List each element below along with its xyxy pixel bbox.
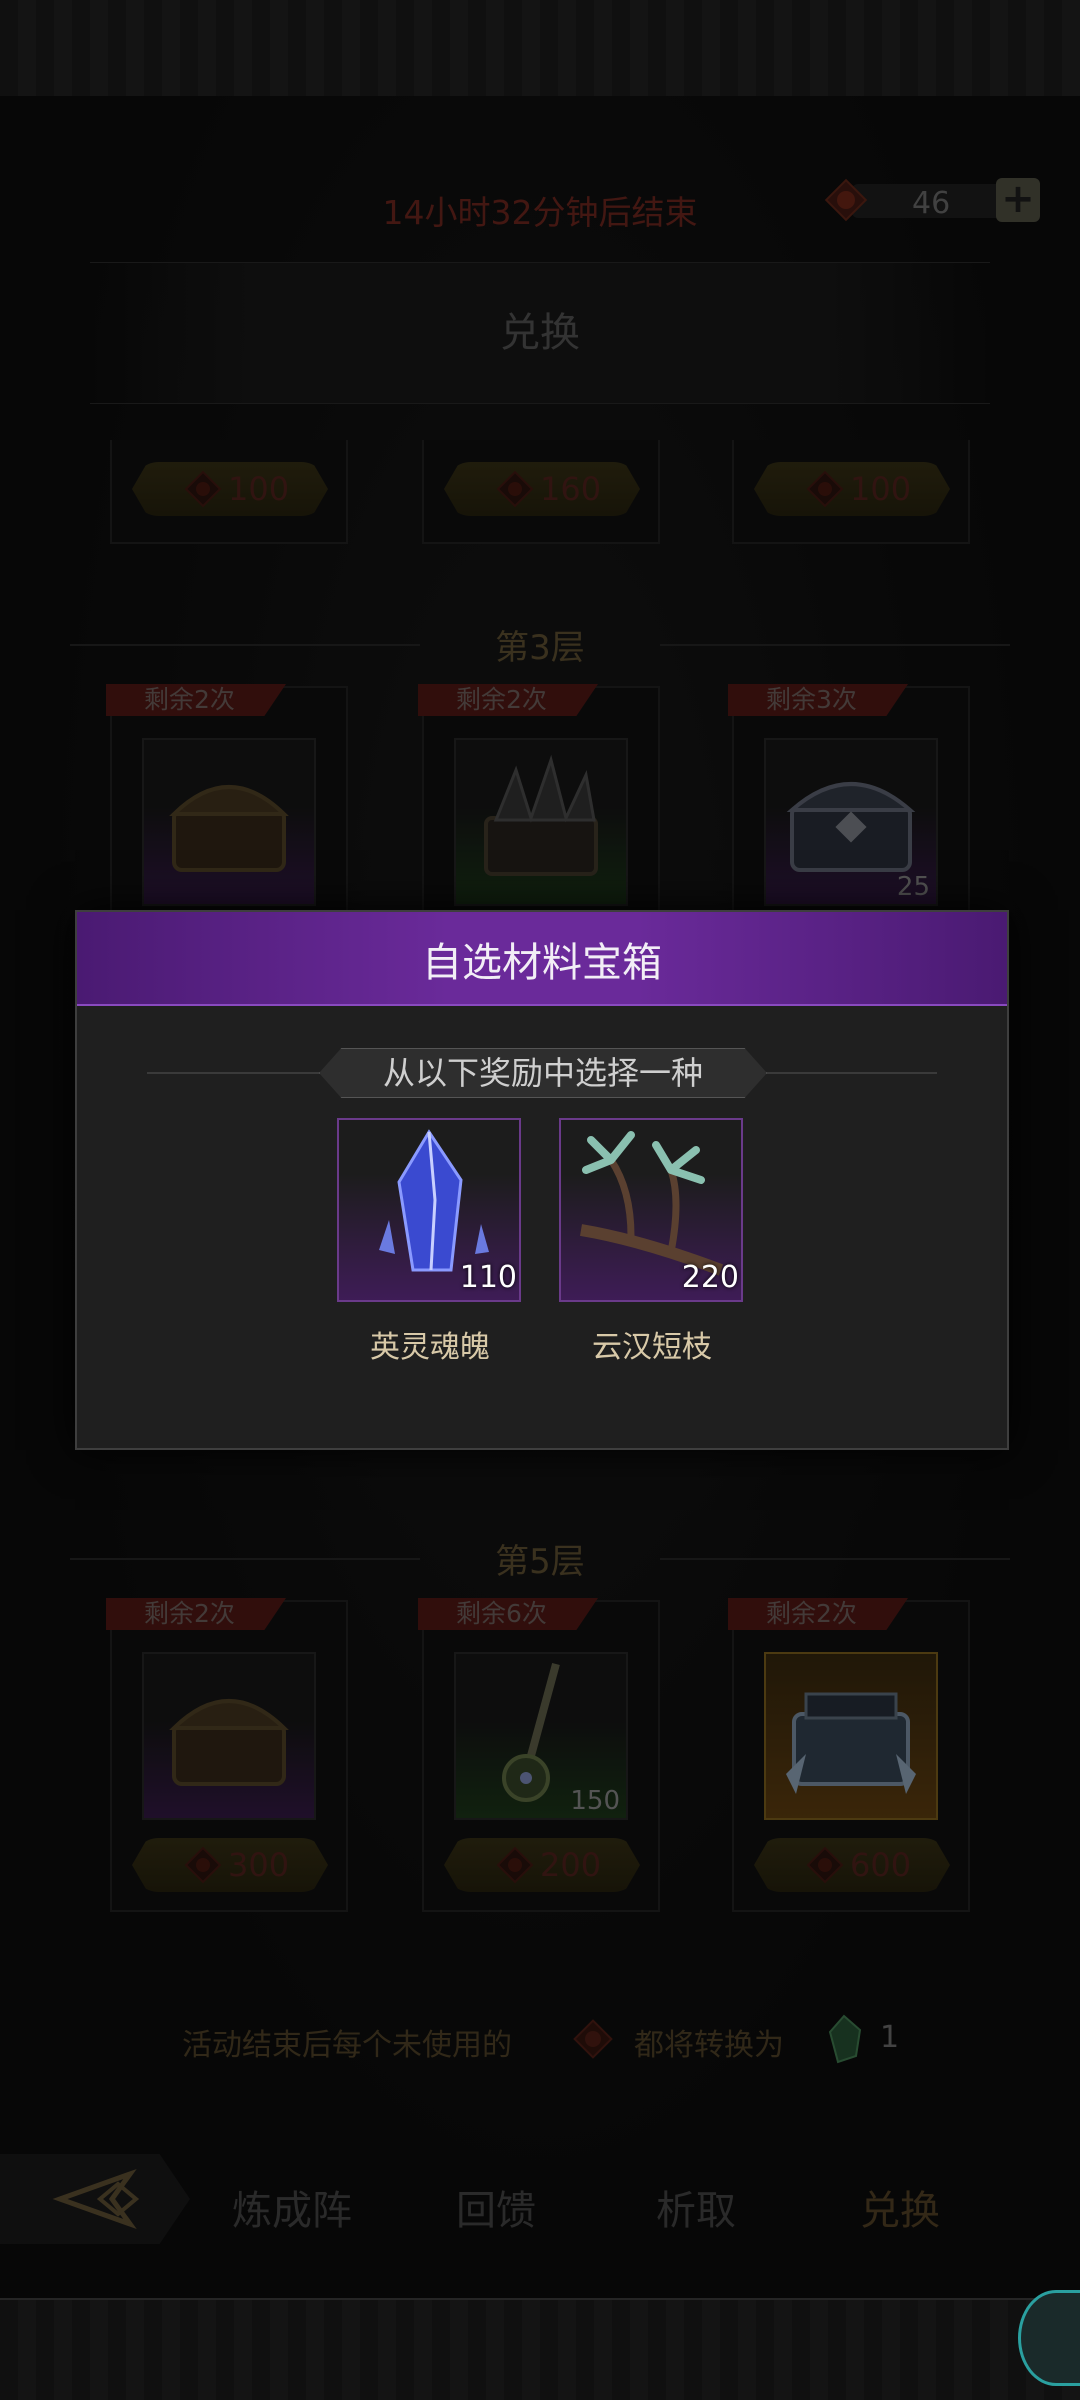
exchange-coin-icon	[824, 178, 868, 222]
reward-count: 220	[681, 1260, 739, 1295]
green-gem-icon	[828, 2014, 862, 2064]
tier-title: 第5层	[495, 1542, 585, 1582]
item-frame	[454, 738, 628, 906]
reward-count: 110	[459, 1260, 517, 1295]
dialog-subtitle: 从以下奖励中选择一种	[319, 1048, 767, 1098]
select-reward-dialog: 自选材料宝箱 从以下奖励中选择一种 110 英灵魂魄 220 云汉短枝	[75, 910, 1009, 1450]
price-tag: 600	[754, 1838, 950, 1892]
dialog-title: 自选材料宝箱	[422, 940, 662, 986]
reward-name: 云汉短枝	[592, 1330, 712, 1365]
tab-extract[interactable]: 析取	[656, 2178, 736, 2236]
remaining-tag: 剩余2次	[106, 684, 286, 716]
exchange-card[interactable]: 150 剩余6次 200	[418, 1598, 660, 1912]
currency-amount: 46	[912, 186, 951, 221]
wooden-chest-icon	[169, 1699, 289, 1786]
back-arrow-icon	[52, 2168, 140, 2230]
divider	[147, 1072, 327, 1074]
conversion-notice: 活动结束后每个未使用的 都将转换为 1	[0, 2014, 1080, 2064]
exchange-coin-icon	[496, 1846, 534, 1884]
price-value: 160	[540, 470, 602, 508]
exchange-coin-icon	[806, 1846, 844, 1884]
tab-exchange[interactable]: 兑换	[860, 2178, 940, 2236]
remaining-tag: 剩余3次	[728, 684, 908, 716]
exchange-card[interactable]: 100	[732, 440, 970, 544]
price-value: 200	[540, 1846, 602, 1884]
price-tag: 200	[444, 1838, 640, 1892]
item-frame: 150	[454, 1652, 628, 1820]
price-tag: 160	[444, 462, 640, 516]
item-count: 150	[570, 1786, 620, 1816]
exchange-card[interactable]: 剩余2次	[418, 684, 660, 920]
price-value: 100	[228, 470, 290, 508]
exchange-card[interactable]: 100	[110, 440, 348, 544]
notice-text-end: 都将转换为	[634, 2028, 784, 2063]
exchange-coin-icon	[806, 470, 844, 508]
item-count: 25	[896, 872, 930, 902]
tier-title: 第3层	[495, 628, 585, 668]
price-tag: 100	[132, 462, 328, 516]
item-frame	[142, 738, 316, 906]
divider	[757, 1072, 937, 1074]
remaining-tag: 剩余2次	[728, 1598, 908, 1630]
exchange-coin-icon	[184, 470, 222, 508]
item-frame: 25	[764, 738, 938, 906]
price-value: 300	[228, 1846, 290, 1884]
exchange-card[interactable]: 25 剩余3次	[728, 684, 970, 920]
exchange-card[interactable]: 160	[422, 440, 660, 544]
bottom-frame	[0, 2298, 1080, 2400]
remaining-tag: 剩余6次	[418, 1598, 598, 1630]
wooden-chest-icon	[169, 785, 289, 872]
tab-rewards[interactable]: 回馈	[456, 2178, 536, 2236]
exchange-card[interactable]: 剩余2次 600	[728, 1598, 970, 1912]
price-tag: 100	[754, 462, 950, 516]
back-button[interactable]	[0, 2154, 190, 2244]
exchange-card[interactable]: 剩余2次 300	[106, 1598, 348, 1912]
exchange-coin-icon	[184, 1846, 222, 1884]
exchange-card[interactable]: 剩余2次	[106, 684, 348, 920]
price-value: 600	[850, 1846, 912, 1884]
remaining-tag: 剩余2次	[106, 1598, 286, 1630]
item-frame	[764, 1652, 938, 1820]
banner-title: 兑换	[500, 310, 580, 356]
price-tag: 300	[132, 1838, 328, 1892]
reward-name: 英灵魂魄	[370, 1330, 490, 1365]
currency-display: 46 +	[822, 176, 1044, 224]
item-frame	[142, 1652, 316, 1820]
exchange-coin-icon	[573, 2019, 613, 2059]
price-value: 100	[850, 470, 912, 508]
remaining-tag: 剩余2次	[418, 684, 598, 716]
bottom-nav: 炼成阵 回馈 析取 兑换	[0, 2140, 1080, 2270]
notice-amount: 1	[880, 2020, 900, 2055]
tab-alchemy[interactable]: 炼成阵	[232, 2178, 352, 2236]
top-frame	[0, 0, 1080, 98]
notice-text-start: 活动结束后每个未使用的	[182, 2028, 512, 2063]
exchange-coin-icon	[496, 470, 534, 508]
thorn-chest-icon	[484, 754, 598, 876]
frost-chest-icon	[786, 1692, 916, 1794]
add-currency-button[interactable]: +	[996, 178, 1040, 222]
